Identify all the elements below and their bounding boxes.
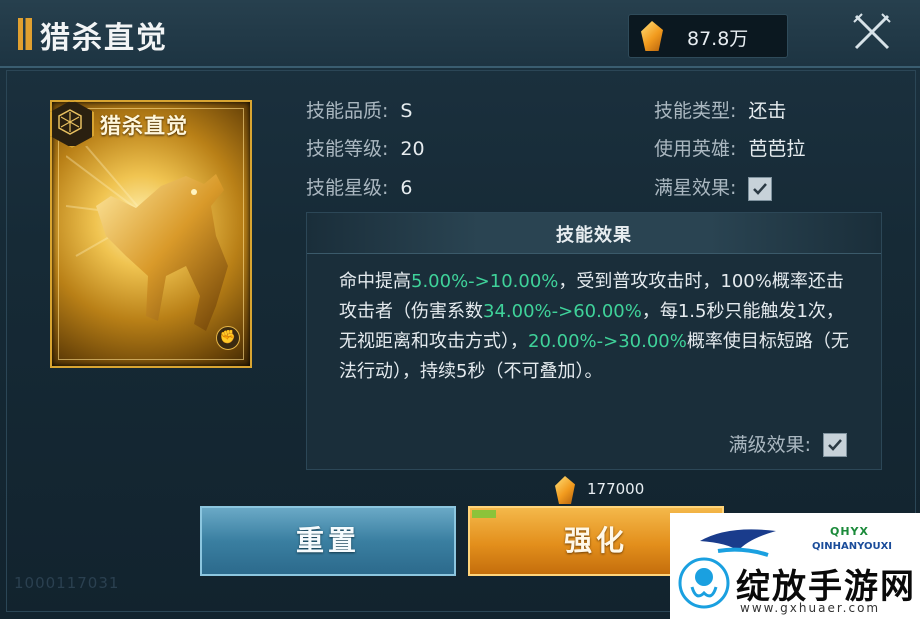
card-name: 猎杀直觉 — [100, 114, 188, 138]
stat-star-label: 技能星级: — [306, 177, 389, 199]
stat-hero-label: 使用英雄: — [654, 138, 737, 160]
watermark-brand: QHYX — [830, 525, 870, 538]
maxlevel-effect: 满级效果: — [728, 430, 847, 457]
watermark-brand-sub: QINHANYOUXI — [812, 541, 893, 552]
effect-description: 命中提高5.00%->10.00%，受到普攻攻击时，100%概率还击攻击者（伤害… — [339, 267, 849, 387]
reset-button[interactable]: 重置 — [200, 506, 456, 576]
hexagon-emblem-icon — [58, 109, 82, 135]
cost-value: 177000 — [587, 480, 645, 498]
page-title: 猎杀直觉 — [40, 21, 168, 56]
stat-quality-label: 技能品质: — [306, 100, 389, 122]
close-x-icon — [853, 13, 891, 50]
golden-panther-art — [66, 146, 228, 331]
site-watermark: QHYX QINHANYOUXI 绽放手游网 www.gxhuaer.com — [670, 513, 920, 619]
stat-type-label: 技能类型: — [654, 100, 737, 122]
stat-level: 技能等级: 20 — [306, 134, 425, 161]
stat-star-value: 6 — [400, 177, 413, 199]
effect-highlight-2: 34.00%->60.00% — [483, 301, 642, 322]
stat-type: 技能类型: 还击 — [654, 96, 786, 123]
watermark-url: www.gxhuaer.com — [740, 601, 881, 615]
stat-level-value: 20 — [400, 138, 425, 160]
faded-id-text: 1000117031 — [14, 574, 120, 592]
stat-star: 技能星级: 6 — [306, 173, 413, 200]
checkmark-icon — [828, 439, 842, 451]
effect-highlight-1: 5.00%->10.00% — [411, 271, 559, 292]
title-accent-bar — [18, 18, 32, 50]
checkmark-icon — [753, 182, 768, 195]
effect-seg-1: 命中提高 — [339, 271, 411, 292]
currency-display: 87.8万 — [628, 14, 788, 58]
enhance-cost: 177000 — [555, 476, 675, 506]
octopus-logo-icon — [678, 557, 730, 609]
stat-hero-value: 芭芭拉 — [748, 138, 806, 160]
stat-quality: 技能品质: S — [306, 96, 412, 123]
fullstar-checkbox — [748, 176, 773, 201]
effect-highlight-3: 20.00%->30.00% — [528, 331, 687, 352]
stat-level-label: 技能等级: — [306, 138, 389, 160]
gold-crystal-icon — [555, 476, 575, 504]
effect-header: 技能效果 — [307, 213, 881, 254]
stat-fullstar-label: 满星效果: — [654, 177, 737, 199]
maxlevel-label: 满级效果: — [728, 433, 811, 456]
maxlevel-checkbox — [823, 433, 847, 457]
stat-quality-value: S — [400, 100, 413, 122]
skill-panel: 猎杀直觉 87.8万 猎杀直觉 ✊ 技能品质: S 技能等级: 20 技能星级:… — [0, 0, 920, 619]
skill-effect-box: 技能效果 命中提高5.00%->10.00%，受到普攻攻击时，100%概率还击攻… — [306, 212, 882, 470]
paw-icon: ✊ — [216, 326, 240, 350]
gold-crystal-icon — [641, 21, 663, 51]
effect-title: 技能效果 — [556, 225, 632, 246]
close-button[interactable] — [848, 8, 896, 54]
stat-fullstar: 满星效果: — [654, 173, 773, 201]
currency-value: 87.8万 — [687, 28, 749, 50]
stat-type-value: 还击 — [748, 100, 787, 122]
skill-card: 猎杀直觉 ✊ — [50, 100, 252, 368]
button-sticker — [472, 510, 496, 518]
stat-hero: 使用英雄: 芭芭拉 — [654, 134, 805, 161]
bird-logo-icon — [700, 529, 776, 557]
header-bar: 猎杀直觉 87.8万 — [0, 0, 920, 68]
